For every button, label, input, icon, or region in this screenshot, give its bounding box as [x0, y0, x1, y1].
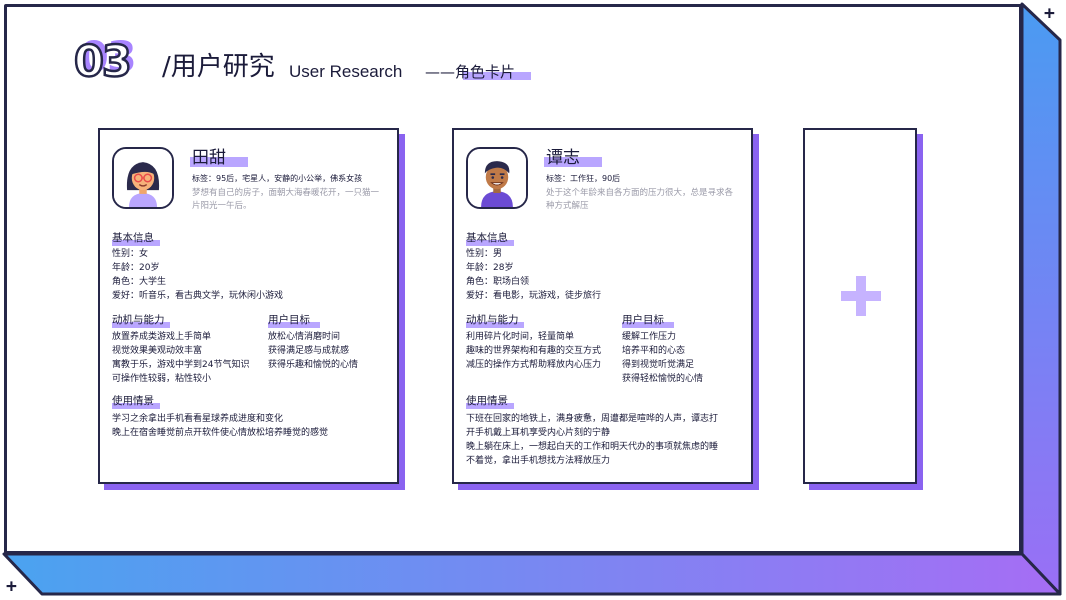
section-title-goals: 用户目标 [622, 314, 664, 326]
plus-icon [841, 276, 881, 316]
section-title-scenario: 使用情景 [112, 395, 154, 407]
section-title-scenario: 使用情景 [466, 395, 508, 407]
list-item: 获得乐趣和愉悦的心情 [268, 360, 359, 370]
persona-card: 谭志 标签：工作狂，90后 处于这个年龄来自各方面的压力很大，总是寻求各 种方式… [452, 128, 753, 484]
male-avatar-icon [466, 147, 528, 209]
list-item: 可操作性较弱，粘性较小 [112, 374, 212, 384]
list-item: 爱好：看电影，玩游戏，徒步旅行 [466, 291, 602, 301]
list-item: 放置养成类游戏上手简单 [112, 332, 212, 342]
section-title-goals: 用户目标 [268, 314, 310, 326]
list-item: 下班在回家的地铁上，满身疲惫，周遭都是喧哗的人声，谭志打 [466, 414, 719, 424]
persona-description: 梦想有自己的房子，面朝大海春暖花开，一只猫一 片阳光一午后。 [192, 188, 380, 211]
basic-info-list: 性别：男 年龄：28岁 角色：职场白领 爱好：看电影，玩游戏，徒步旅行 [466, 247, 601, 303]
basic-info-list: 性别：女 年龄：20岁 角色：大学生 爱好：听音乐，看古典文学，玩休闲小游戏 [112, 247, 283, 303]
list-item: 年龄：28岁 [466, 263, 514, 273]
page-title-english: User Research [289, 62, 403, 81]
list-item: 放松心情消磨时间 [268, 332, 341, 342]
section-number: 03 [73, 37, 133, 87]
list-item: 爱好：听音乐，看古典文学，玩休闲小游戏 [112, 291, 284, 301]
section-title-motivation: 动机与能力 [466, 314, 519, 326]
scenario-list: 学习之余拿出手机看看星球养成进度和变化 晚上在宿舍睡觉前点开软件使心情放松培养睡… [112, 412, 328, 440]
list-item: 获得满足感与成就感 [268, 346, 350, 356]
list-item: 晚上在宿舍睡觉前点开软件使心情放松培养睡觉的感觉 [112, 428, 329, 438]
list-item: 利用碎片化时间，轻量简单 [466, 332, 575, 342]
list-item: 角色：职场白领 [466, 277, 530, 287]
list-item: 培养平和的心态 [622, 346, 686, 356]
list-item: 学习之余拿出手机看看星球养成进度和变化 [112, 414, 284, 424]
persona-tags: 标签：工作狂，90后 [546, 174, 621, 183]
section-title-basic-info: 基本信息 [466, 232, 508, 244]
section-title-motivation: 动机与能力 [112, 314, 165, 326]
scenario-list: 下班在回家的地铁上，满身疲惫，周遭都是喧哗的人声，谭志打 开手机戴上耳机享受内心… [466, 412, 718, 468]
persona-name: 田甜 [192, 148, 226, 168]
list-item: 得到视觉听觉满足 [622, 360, 695, 370]
plus-icon: + [1044, 3, 1055, 24]
persona-card: 田甜 标签：95后，宅星人，安静的小公举，佛系女孩 梦想有自己的房子，面朝大海春… [98, 128, 399, 484]
goals-list: 放松心情消磨时间 获得满足感与成就感 获得乐趣和愉悦的心情 [268, 330, 358, 372]
list-item: 视觉效果美观动效丰富 [112, 346, 203, 356]
persona-tags: 标签：95后，宅星人，安静的小公举，佛系女孩 [192, 174, 363, 183]
list-item: 性别：女 [112, 249, 149, 259]
persona-description: 处于这个年龄来自各方面的压力很大，总是寻求各 种方式解压 [546, 188, 734, 211]
motivation-list: 放置养成类游戏上手简单 视觉效果美观动效丰富 寓教于乐，游戏中学到24节气知识 … [112, 330, 249, 386]
goals-list: 缓解工作压力 培养平和的心态 得到视觉听觉满足 获得轻松愉悦的心情 [622, 330, 703, 386]
page-title: /用户研究 [162, 52, 275, 82]
list-item: 不着觉，拿出手机想找方法释放压力 [466, 456, 611, 466]
list-item: 减压的操作方式帮助释放内心压力 [466, 360, 602, 370]
add-persona-card[interactable] [803, 128, 917, 484]
list-item: 缓解工作压力 [622, 332, 677, 342]
list-item: 趣味的世界架构和有趣的交互方式 [466, 346, 602, 356]
list-item: 晚上躺在床上，一想起白天的工作和明天代办的事项就焦虑的睡 [466, 442, 719, 452]
list-item: 寓教于乐，游戏中学到24节气知识 [112, 360, 250, 370]
list-item: 获得轻松愉悦的心情 [622, 374, 704, 384]
persona-name: 谭志 [546, 148, 580, 168]
list-item: 开手机戴上耳机享受内心片刻的宁静 [466, 428, 611, 438]
plus-icon: + [6, 576, 17, 597]
list-item: 年龄：20岁 [112, 263, 160, 273]
female-avatar-icon [112, 147, 174, 209]
motivation-list: 利用碎片化时间，轻量简单 趣味的世界架构和有趣的交互方式 减压的操作方式帮助释放… [466, 330, 601, 372]
list-item: 性别：男 [466, 249, 503, 259]
section-title-basic-info: 基本信息 [112, 232, 154, 244]
list-item: 角色：大学生 [112, 277, 167, 287]
page-subtitle: ——角色卡片 [425, 63, 516, 81]
